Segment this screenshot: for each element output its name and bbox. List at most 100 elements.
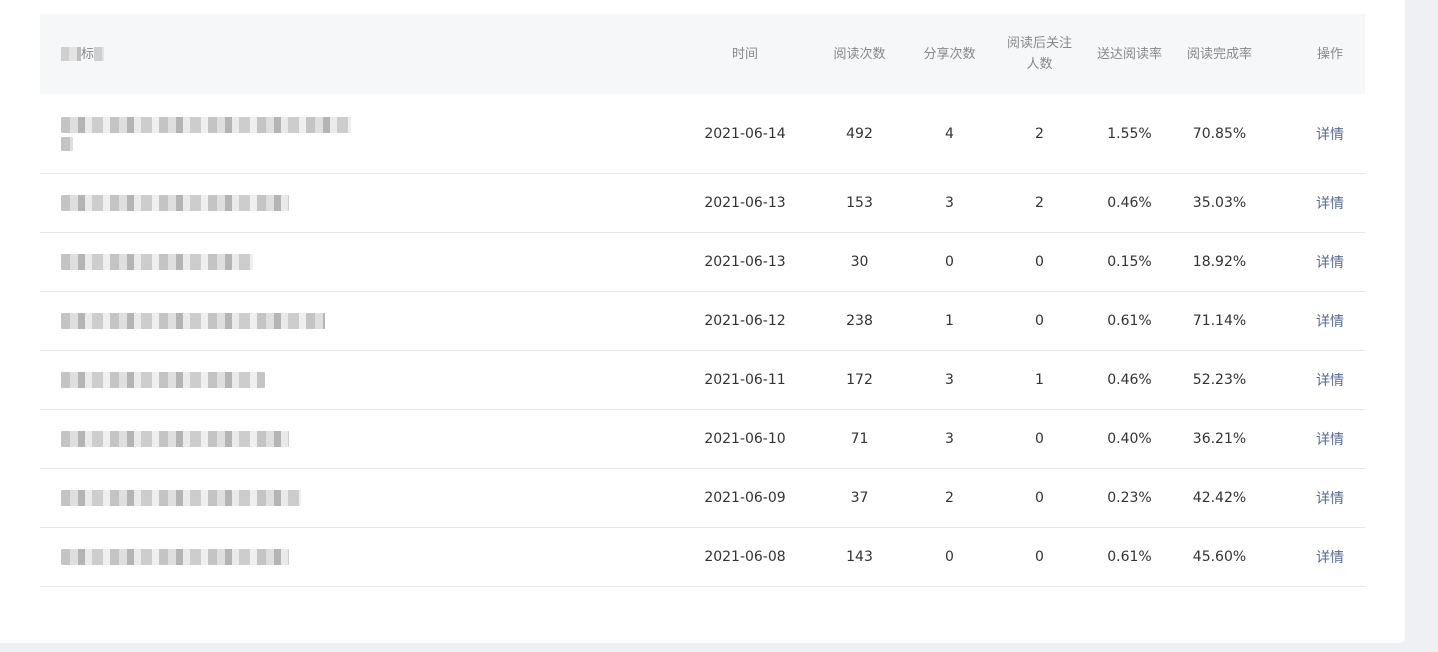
cell-completion-rate: 36.21% xyxy=(1192,431,1247,447)
table-row: 2021-06-10 71 3 0 0.40% 36.21% 详情 xyxy=(40,410,1365,469)
details-link[interactable]: 详情 xyxy=(1316,127,1344,143)
blurred-title-text xyxy=(61,549,289,565)
cell-time: 2021-06-13 xyxy=(704,195,786,211)
cell-completion-rate: 42.42% xyxy=(1192,490,1247,506)
table-header: 标 时间 阅读次数 分享次数 阅读后关注人数 送达阅读率 阅读完成率 操作 xyxy=(40,14,1365,94)
cell-follow: 0 xyxy=(1035,490,1044,506)
cell-follow: 2 xyxy=(1035,125,1044,142)
blurred-title-text xyxy=(61,254,253,270)
cell-delivery-rate: 0.23% xyxy=(1107,490,1152,506)
blurred-header-text xyxy=(94,47,105,61)
article-title[interactable] xyxy=(40,254,680,270)
details-link[interactable]: 详情 xyxy=(1316,432,1344,448)
header-reads: 阅读次数 xyxy=(833,46,886,62)
cell-action: 详情 xyxy=(1269,488,1365,508)
cell-delivery-rate: 0.15% xyxy=(1107,254,1152,270)
details-link[interactable]: 详情 xyxy=(1316,255,1344,271)
blurred-title-text xyxy=(61,490,301,506)
article-title[interactable] xyxy=(40,431,680,447)
cell-reads: 492 xyxy=(846,125,873,142)
cell-delivery-rate: 0.61% xyxy=(1107,313,1152,329)
cell-time: 2021-06-11 xyxy=(704,372,786,388)
cell-action: 详情 xyxy=(1269,124,1365,144)
details-link[interactable]: 详情 xyxy=(1316,491,1344,507)
cell-follow: 0 xyxy=(1035,313,1044,329)
details-link[interactable]: 详情 xyxy=(1316,314,1344,330)
cell-follow: 0 xyxy=(1035,549,1044,565)
cell-delivery-rate: 0.40% xyxy=(1107,431,1152,447)
cell-completion-rate: 45.60% xyxy=(1192,549,1247,565)
details-link[interactable]: 详情 xyxy=(1316,196,1344,212)
article-title[interactable] xyxy=(40,549,680,565)
cell-shares: 3 xyxy=(945,195,954,211)
header-shares: 分享次数 xyxy=(923,46,976,62)
header-title: 标 xyxy=(40,44,680,65)
cell-action: 详情 xyxy=(1269,370,1365,390)
cell-time: 2021-06-14 xyxy=(704,125,786,142)
cell-completion-rate: 71.14% xyxy=(1192,313,1247,329)
blurred-title-text xyxy=(61,431,289,447)
table-row: 2021-06-13 153 3 2 0.46% 35.03% 详情 xyxy=(40,174,1365,233)
header-time: 时间 xyxy=(731,46,758,62)
cell-delivery-rate: 0.61% xyxy=(1107,549,1152,565)
article-title[interactable] xyxy=(40,490,680,506)
cell-reads: 143 xyxy=(846,549,873,565)
details-link[interactable]: 详情 xyxy=(1316,373,1344,389)
cell-time: 2021-06-08 xyxy=(704,549,786,565)
cell-time: 2021-06-09 xyxy=(704,490,786,506)
cell-time: 2021-06-12 xyxy=(704,313,786,329)
cell-shares: 1 xyxy=(945,313,954,329)
cell-action: 详情 xyxy=(1269,252,1365,272)
cell-reads: 153 xyxy=(846,195,873,211)
table-row: 2021-06-13 30 0 0 0.15% 18.92% 详情 xyxy=(40,233,1365,292)
table-row: 2021-06-09 37 2 0 0.23% 42.42% 详情 xyxy=(40,469,1365,528)
article-title[interactable] xyxy=(40,116,680,151)
article-title[interactable] xyxy=(40,313,680,329)
blurred-title-text xyxy=(61,116,351,133)
cell-time: 2021-06-13 xyxy=(704,254,786,270)
blurred-title-text xyxy=(61,313,325,329)
article-title[interactable] xyxy=(40,372,680,388)
cell-action: 详情 xyxy=(1269,193,1365,213)
cell-delivery-rate: 0.46% xyxy=(1107,195,1152,211)
header-delivery-rate: 送达阅读率 xyxy=(1096,46,1162,62)
cell-shares: 4 xyxy=(945,125,954,142)
cell-follow: 1 xyxy=(1035,372,1044,388)
cell-follow: 0 xyxy=(1035,431,1044,447)
details-link[interactable]: 详情 xyxy=(1316,550,1344,566)
cell-completion-rate: 35.03% xyxy=(1192,195,1247,211)
cell-delivery-rate: 1.55% xyxy=(1107,125,1152,142)
cell-shares: 0 xyxy=(945,549,954,565)
cell-action: 详情 xyxy=(1269,547,1365,567)
article-stats-table: 标 时间 阅读次数 分享次数 阅读后关注人数 送达阅读率 阅读完成率 操作 20… xyxy=(40,14,1365,587)
cell-shares: 2 xyxy=(945,490,954,506)
cell-delivery-rate: 0.46% xyxy=(1107,372,1152,388)
header-action: 操作 xyxy=(1316,46,1343,62)
article-title[interactable] xyxy=(40,195,680,211)
header-completion-rate: 阅读完成率 xyxy=(1186,46,1252,62)
table-row: 2021-06-14 492 4 2 1.55% 70.85% 详情 xyxy=(40,94,1365,174)
cell-action: 详情 xyxy=(1269,311,1365,331)
table-row: 2021-06-12 238 1 0 0.61% 71.14% 详情 xyxy=(40,292,1365,351)
blurred-title-text xyxy=(61,372,265,388)
cell-action: 详情 xyxy=(1269,429,1365,449)
cell-shares: 3 xyxy=(945,372,954,388)
cell-reads: 30 xyxy=(850,254,869,270)
cell-shares: 0 xyxy=(945,254,954,270)
blurred-header-text xyxy=(61,47,81,61)
table-row: 2021-06-11 172 3 1 0.46% 52.23% 详情 xyxy=(40,351,1365,410)
cell-completion-rate: 18.92% xyxy=(1192,254,1247,270)
header-follow: 阅读后关注人数 xyxy=(1006,36,1072,72)
cell-follow: 0 xyxy=(1035,254,1044,270)
cell-reads: 238 xyxy=(846,313,873,329)
cell-time: 2021-06-10 xyxy=(704,431,786,447)
cell-follow: 2 xyxy=(1035,195,1044,211)
cell-shares: 3 xyxy=(945,431,954,447)
blurred-title-text xyxy=(61,195,289,211)
cell-reads: 37 xyxy=(850,490,869,506)
content-card: 标 时间 阅读次数 分享次数 阅读后关注人数 送达阅读率 阅读完成率 操作 20… xyxy=(0,0,1405,643)
blurred-title-text xyxy=(61,136,73,151)
table-row: 2021-06-08 143 0 0 0.61% 45.60% 详情 xyxy=(40,528,1365,587)
cell-completion-rate: 70.85% xyxy=(1192,125,1247,142)
cell-reads: 71 xyxy=(850,431,869,447)
